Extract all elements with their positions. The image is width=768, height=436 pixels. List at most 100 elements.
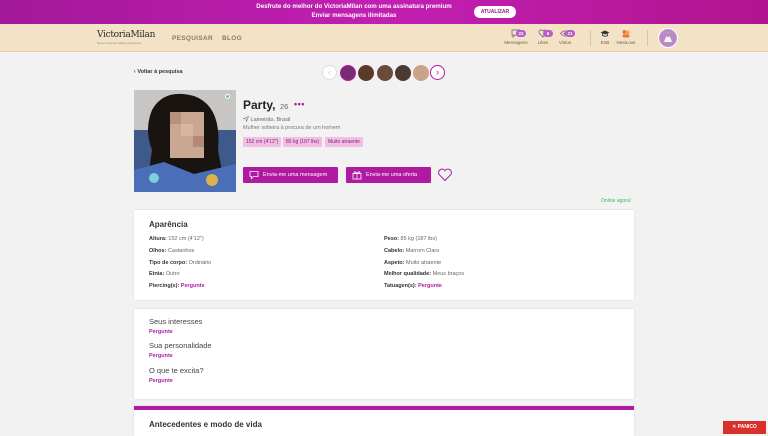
location-arrow-icon [242,115,250,123]
personality-heading: Sua personalidade [149,341,212,350]
interests-section: Seus interesses Pergunte Sua personalida… [134,309,634,399]
promo-line-2: Enviar mensagens ilimitadas [311,11,397,19]
profile-seeking: Mulher solteira à procura de um homem [243,125,341,131]
promo-line-1: Desfrute do melhor do VictoriaMilan com … [256,3,452,10]
appearance-piercings: Piercing(s): Pergunte [149,283,205,289]
attribute-label: Etnia: [149,271,165,277]
back-to-search-link[interactable]: ‹ Voltar à pesquisa [134,69,183,75]
appearance-weight: Peso: 85 kg (187 lbs) [384,236,437,242]
upgrade-button[interactable]: ATUALIZAR [474,6,516,18]
appearance-height: Altura: 152 cm (4'12") [149,236,204,242]
profile-thumbnail[interactable] [377,65,393,81]
attribute-value: Meus braços [432,271,465,277]
background-lifestyle-section: Antecedentes e modo de vida [134,406,634,436]
more-options-icon[interactable]: ••• [294,99,305,109]
chat-icon [249,171,259,180]
appearance-hair: Cabelo: Marrom Claro [384,248,439,254]
messages-count-badge: 22 [516,30,526,37]
profile-age: 26 [280,102,289,111]
promo-banner: Desfrute do melhor do VictoriaMilan com … [0,0,768,24]
personality-ask-link[interactable]: Pergunte [149,353,173,359]
header-views[interactable]: 21 Vistos [553,29,577,49]
nav-blog[interactable]: BLOG [222,35,242,42]
attribute-value: Castanhos [167,248,195,254]
profile-location: Lameirão, Brasil [242,115,291,123]
attribute-value: Ordinário [188,260,212,266]
attribute-value: Marrom Claro [405,248,440,254]
profile-thumbnail[interactable] [340,65,356,81]
attribute-label: Aspeto: [384,260,405,266]
header-messages[interactable]: 22 Mensagens [504,29,528,49]
previous-profile-button[interactable]: ‹ [322,65,337,80]
appearance-eyes: Olhos: Castanhos [149,248,194,254]
next-profile-button[interactable]: › [430,65,445,80]
appearance-title: Aparência [149,220,188,229]
panic-label: PANICO [737,424,757,430]
appearance-section: Aparência Altura: 152 cm (4'12") Olhos: … [134,210,634,300]
promo-text: Desfrute do melhor do VictoriaMilan com … [240,3,468,20]
profile-photo[interactable] [134,90,236,192]
views-count-badge: 21 [565,30,575,37]
logo-wordmark: VictoriaMilan [97,30,156,40]
graduation-cap-icon [600,30,610,37]
header-divider [647,30,648,46]
attribute-label: Tatuagen(s): [384,283,417,289]
likes-count-badge: 5 [543,30,553,37]
ask-link[interactable]: Pergunte [181,283,205,289]
background-lifestyle-title: Antecedentes e modo de vida [149,420,262,429]
heart-outline-icon [438,168,452,182]
send-offer-label: Envia-me uma oferta [366,172,418,178]
profile-photo-image [134,90,236,192]
attribute-value: Outro [165,271,180,277]
attribute-label: Tipo de corpo: [149,260,188,266]
tag-attractiveness: Muito atraente [325,137,363,147]
couple-icon [622,30,630,38]
nav-pesquisar[interactable]: PESQUISAR [172,35,213,42]
attribute-label: Melhor qualidade: [384,271,432,277]
send-offer-button[interactable]: Envia-me uma oferta [346,167,431,183]
attribute-label: Cabelo: [384,248,405,254]
logo-tagline: Never a secret, always a discreet [97,41,142,45]
user-avatar[interactable] [658,28,678,48]
attribute-label: Piercing(s): [149,283,180,289]
appearance-look: Aspeto: Muito atraente [384,260,441,266]
tag-height: 152 cm (4'12") [243,137,282,147]
send-message-button[interactable]: Envia-me uma mensagem [243,167,338,183]
profile-location-text: Lameirão, Brasil [250,117,291,123]
header-likes[interactable]: 5 Likes [531,29,555,49]
attribute-value: 85 kg (187 lbs) [400,236,437,242]
profile-name: Party, [243,98,276,112]
interests-heading: Seus interesses [149,317,203,326]
site-header: VictoriaMilan Never a secret, always a d… [0,24,768,52]
like-button[interactable] [437,167,453,183]
messages-label: Mensagens [504,40,528,45]
nestlove-label: NestLove [616,40,636,45]
send-message-label: Envia-me uma mensagem [263,172,328,178]
ask-link[interactable]: Pergunte [418,283,442,289]
attribute-label: Altura: [149,236,167,242]
attribute-label: Peso: [384,236,399,242]
views-label: Vistos [558,40,572,45]
attribute-value: Muito atraente [406,260,442,266]
profile-thumbnail[interactable] [395,65,411,81]
panic-button[interactable]: ✕ PANICO [723,421,766,434]
turn-ons-ask-link[interactable]: Pergunte [149,378,173,384]
appearance-best-quality: Melhor qualidade: Meus braços [384,271,464,277]
appearance-body-type: Tipo de corpo: Ordinário [149,260,211,266]
appearance-tattoos: Tatuagen(s): Pergunte [384,283,442,289]
appearance-ethnicity: Etnia: Outro [149,271,180,277]
back-to-search-label: Voltar à pesquisa [137,69,183,75]
tag-weight: 85 kg (187 lbs) [283,137,323,147]
turn-ons-heading: O que te excita? [149,366,204,375]
gift-icon [352,171,362,180]
profile-thumbnail[interactable] [413,65,429,81]
profile-thumbnail[interactable] [358,65,374,81]
profile-summary: Party, 26 ••• Lameirão, Brasil Mulher so… [134,90,634,194]
likes-label: Likes [537,40,549,45]
logo[interactable]: VictoriaMilan Never a secret, always a d… [97,31,162,47]
interests-ask-link[interactable]: Pergunte [149,329,173,335]
header-nestlove[interactable]: NestLove [614,29,638,49]
attribute-label: Olhos: [149,248,167,254]
online-indicator [225,94,230,99]
header-divider [590,30,591,46]
